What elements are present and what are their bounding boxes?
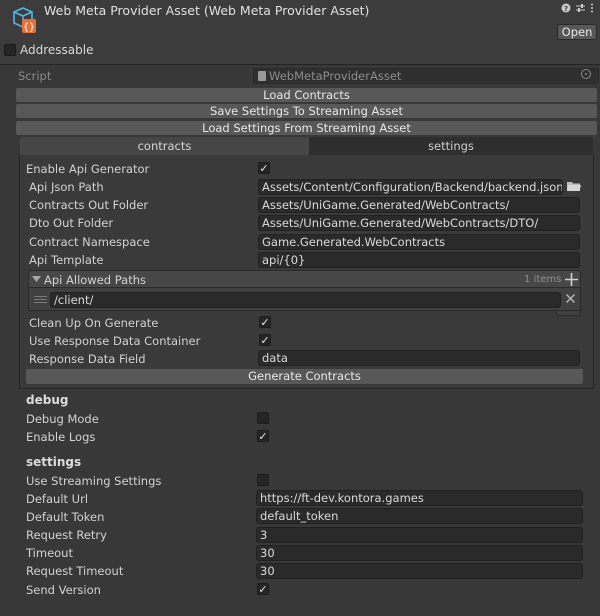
script-field[interactable]: WebMetaProviderAsset (253, 68, 599, 84)
use-response-container-label: Use Response Data Container (29, 334, 201, 348)
svg-text:?: ? (564, 5, 568, 13)
api-json-path-label: Api Json Path (29, 180, 104, 194)
api-template-field[interactable]: api/{0} (258, 252, 580, 268)
debug-heading: debug (26, 393, 69, 407)
dto-out-folder-field[interactable]: Assets/UniGame.Generated/WebContracts/DT… (258, 215, 580, 231)
request-retry-field[interactable]: 3 (256, 527, 583, 543)
inspector-title: Web Meta Provider Asset (Web Meta Provid… (44, 3, 370, 18)
send-version-label: Send Version (26, 583, 101, 597)
addressable-label: Addressable (20, 43, 94, 57)
foldout-arrow-icon[interactable] (32, 275, 41, 283)
sliders-icon[interactable] (575, 3, 586, 16)
list-footer (556, 311, 581, 316)
request-retry-label: Request Retry (26, 528, 107, 542)
contract-namespace-label: Contract Namespace (29, 235, 150, 249)
enable-logs-label: Enable Logs (26, 430, 96, 444)
response-field-label: Response Data Field (29, 352, 146, 366)
default-url-label: Default Url (26, 492, 89, 506)
save-settings-button[interactable]: Save Settings To Streaming Asset (16, 104, 597, 118)
header-divider (0, 64, 600, 65)
clean-up-label: Clean Up On Generate (29, 316, 159, 330)
enable-api-generator-label: Enable Api Generator (26, 162, 150, 176)
timeout-field[interactable]: 30 (256, 545, 583, 561)
default-token-field[interactable]: default_token (256, 508, 583, 524)
dto-out-folder-label: Dto Out Folder (29, 216, 114, 230)
default-token-label: Default Token (26, 510, 105, 524)
drag-handle-icon[interactable] (34, 294, 47, 306)
use-response-container-checkbox[interactable]: ✓ (259, 334, 271, 346)
svg-text:{}: {} (23, 22, 35, 33)
allowed-paths-count: 1 items (524, 274, 562, 285)
contract-namespace-field[interactable]: Game.Generated.WebContracts (258, 234, 580, 250)
api-json-path-field[interactable]: Assets/Content/Configuration/Backend/bac… (258, 179, 563, 195)
request-timeout-label: Request Timeout (26, 564, 124, 578)
open-button[interactable]: Open (557, 24, 597, 40)
asset-icon: {} (13, 7, 36, 33)
clean-up-checkbox[interactable]: ✓ (259, 316, 271, 328)
default-url-field[interactable]: https://ft-dev.kontora.games (256, 490, 583, 506)
allowed-path-item[interactable]: /client/ (50, 292, 561, 308)
script-file-icon (258, 71, 266, 81)
object-picker-icon[interactable] (581, 69, 591, 79)
use-streaming-label: Use Streaming Settings (26, 474, 162, 488)
api-template-label: Api Template (29, 253, 104, 267)
help-icon[interactable]: ? (561, 3, 571, 16)
enable-logs-checkbox[interactable]: ✓ (257, 430, 269, 442)
folder-icon[interactable] (567, 181, 581, 191)
load-contracts-button[interactable]: Load Contracts (16, 88, 597, 102)
enable-api-generator-checkbox[interactable]: ✓ (258, 162, 270, 174)
generate-contracts-button[interactable]: Generate Contracts (26, 369, 583, 384)
add-item-icon[interactable] (565, 273, 578, 286)
addressable-checkbox[interactable] (4, 44, 16, 56)
remove-item-icon[interactable] (566, 294, 575, 303)
timeout-label: Timeout (26, 546, 73, 560)
request-timeout-field[interactable]: 30 (256, 563, 583, 579)
kebab-menu-icon[interactable] (590, 3, 594, 16)
debug-mode-label: Debug Mode (26, 412, 99, 426)
allowed-paths-label: Api Allowed Paths (44, 273, 147, 287)
contracts-out-folder-field[interactable]: Assets/UniGame.Generated/WebContracts/ (258, 197, 580, 213)
response-field-field[interactable]: data (258, 350, 580, 366)
script-label: Script (18, 69, 52, 83)
load-settings-button[interactable]: Load Settings From Streaming Asset (16, 121, 597, 135)
contracts-out-folder-label: Contracts Out Folder (29, 198, 149, 212)
use-streaming-checkbox[interactable] (257, 474, 269, 486)
tab-contracts[interactable]: contracts (20, 137, 309, 155)
script-value: WebMetaProviderAsset (269, 69, 402, 83)
send-version-checkbox[interactable]: ✓ (257, 583, 269, 595)
tab-settings[interactable]: settings (309, 137, 593, 155)
settings-heading: settings (26, 455, 82, 469)
debug-mode-checkbox[interactable] (257, 412, 269, 424)
